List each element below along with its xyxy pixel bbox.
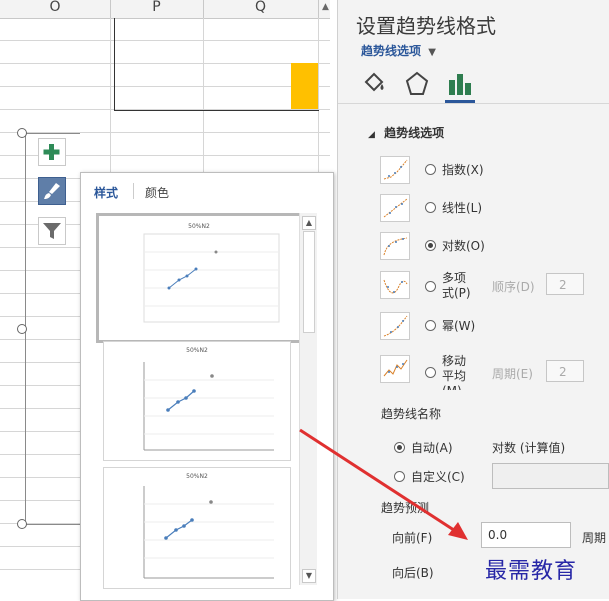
polynomial-thumbnail [380,271,410,299]
radio-moving-average[interactable] [425,367,436,378]
label-period: 周期(E) [492,367,533,381]
label-linear: 线性(L) [442,201,483,215]
tab-style[interactable]: 样式 [94,184,118,201]
label-exponential: 指数(X) [442,163,484,177]
radio-power[interactable] [425,320,436,331]
trendline-options-dropdown[interactable]: 趋势线选项 ▼ [361,42,436,59]
scroll-thumb[interactable] [303,231,315,333]
auto-name-value: 对数 (计算值) [492,441,566,455]
divider [338,103,609,104]
filter-icon [43,223,61,239]
annotation-arrow [299,428,468,540]
chart-thumbnail: 50%N2 [143,473,274,579]
paint-bucket-icon [364,72,384,92]
tab-divider [133,183,134,199]
plus-icon [43,144,60,160]
chevron-down-icon: ▼ [428,47,436,58]
highlighted-cell[interactable] [291,63,318,109]
tab-color[interactable]: 颜色 [145,184,169,201]
thumbnail-title: 50%N2 [186,347,208,354]
brush-icon [44,183,60,199]
chart-thumbnail: 50%N2 [143,347,274,451]
label-backward: 向后(B) [392,566,434,580]
power-thumbnail [380,312,410,340]
resize-handle[interactable] [17,324,27,334]
collapse-triangle-icon: ◢ [368,130,375,140]
logarithmic-thumbnail [380,232,410,260]
forward-input[interactable]: 0.0 [481,522,571,548]
forward-unit-label: 周期 [582,531,607,545]
tab-effects[interactable] [403,70,431,102]
label-moving-average: 移动平均(M) [442,354,467,390]
radio-linear[interactable] [425,202,436,213]
chart-frame-edge [25,524,80,525]
resize-handle[interactable] [17,128,27,138]
radio-exponential[interactable] [425,164,436,175]
label-polynomial: 多项式(P) [442,271,471,300]
order-spinner[interactable]: 2 [546,273,584,295]
radio-polynomial[interactable] [425,281,436,292]
watermark-text: 最需教育 [485,559,578,584]
moving-average-thumbnail [380,355,410,383]
chart-styles-button[interactable] [38,177,66,205]
chart-thumbnail: 50%N2 [143,223,280,323]
dropdown-label: 趋势线选项 [361,44,422,58]
chart-elements-button[interactable] [38,138,66,166]
label-power: 幂(W) [442,319,476,333]
column-header-o[interactable]: O [0,0,111,18]
label-logarithmic: 对数(O) [442,239,485,253]
style-preview-2[interactable]: 50%N2 [103,341,291,461]
radio-logarithmic[interactable] [425,240,436,251]
chart-filters-button[interactable] [38,217,66,245]
thumbnail-title: 50%N2 [188,223,210,230]
style-preview-1[interactable]: 50%N2 [96,213,302,343]
column-header-row: O P Q [0,0,330,19]
pane-title: 设置趋势线格式 [356,14,496,38]
section-trendline-options[interactable]: ◢ 趋势线选项 [368,124,444,141]
column-header-p[interactable]: P [110,0,204,18]
section-label: 趋势线选项 [384,126,445,140]
period-spinner[interactable]: 2 [546,360,584,382]
forward-value: 0.0 [488,528,508,542]
pentagon-icon [405,71,429,95]
period-value: 2 [559,365,567,379]
label-order: 顺序(D) [492,280,535,294]
thumbnail-title: 50%N2 [186,473,208,480]
linear-thumbnail [380,194,410,222]
scroll-down-icon[interactable]: ▼ [302,569,316,583]
tab-trendline-options[interactable] [446,70,474,102]
tab-fill-line[interactable] [360,70,388,102]
chart-frame-edge [25,133,80,134]
resize-handle[interactable] [17,519,27,529]
order-value: 2 [559,278,567,292]
bar-chart-icon [449,74,471,95]
exponential-thumbnail [380,156,410,184]
scroll-up-icon[interactable]: ▲ [302,216,316,230]
style-preview-3[interactable]: 50%N2 [103,467,291,589]
scroll-up-icon[interactable]: ▲ [322,2,334,14]
cell-border-block [114,18,319,111]
column-header-q[interactable]: Q [203,0,319,18]
custom-name-input[interactable] [492,463,609,489]
